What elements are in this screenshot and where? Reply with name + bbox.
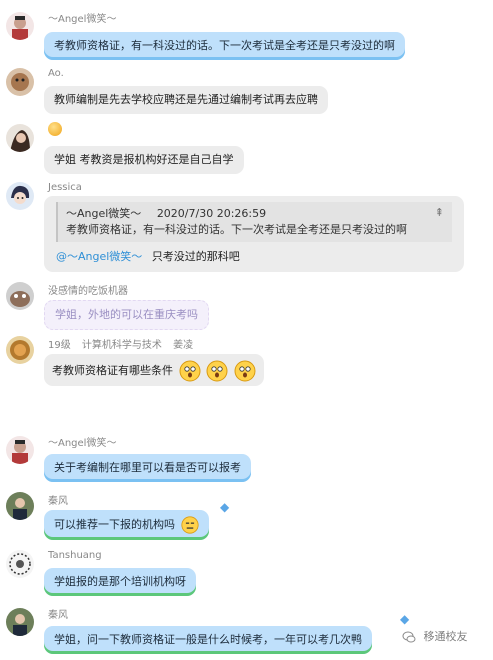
reply-text: 只考没过的那科吧 — [151, 250, 240, 263]
kite-icon: ◆ — [220, 500, 230, 514]
sender-tag-grade: 19级 — [48, 340, 71, 351]
shocked-face-icon — [234, 360, 255, 382]
message-bubble[interactable]: 学姐报的是那个培训机构呀 — [44, 568, 196, 596]
awkward-face-icon — [180, 516, 199, 534]
sticker-icon — [48, 122, 62, 136]
quoted-message[interactable]: ～Angel微笑～ 2020/7/30 20:26:59 考教师资格证，有一科没… — [56, 202, 452, 242]
avatar[interactable] — [6, 608, 34, 636]
sender-tag-name: 姜凌 — [173, 340, 194, 351]
wechat-logo-icon — [402, 631, 416, 643]
sender-name: ～Angel微笑～ — [48, 438, 117, 449]
sender-name: 秦风 — [48, 496, 68, 507]
message-bubble[interactable]: 考教师资格证有哪些条件 — [44, 354, 264, 386]
avatar[interactable] — [6, 12, 34, 40]
quote-author: ～Angel微笑～ — [66, 207, 142, 220]
watermark: 移通校友 — [402, 628, 468, 644]
quote-time: 2020/7/30 20:26:59 — [156, 207, 267, 220]
shocked-face-icon — [179, 360, 200, 382]
sender-name: 秦风 — [48, 610, 68, 621]
avatar[interactable] — [6, 550, 34, 578]
sender-name: Ao. — [48, 68, 64, 79]
quote-text: 考教师资格证，有一科没过的话。下一次考试是全考还是只考没过的啊 — [66, 223, 407, 236]
quote-header: ～Angel微笑～ 2020/7/30 20:26:59 — [66, 206, 444, 222]
avatar[interactable] — [6, 68, 34, 96]
message-bubble[interactable]: 考教师资格证，有一科没过的话。下一次考试是全考还是只考没过的啊 — [44, 32, 405, 60]
sender-name: Tanshuang — [48, 550, 102, 561]
sender-name: ～Angel微笑～ — [48, 14, 117, 25]
message-bubble[interactable]: 学姐，外地的可以在重庆考吗 — [44, 300, 209, 330]
avatar[interactable] — [6, 436, 34, 464]
avatar[interactable] — [6, 282, 34, 310]
message-bubble[interactable]: 学姐 考教资是报机构好还是自己自学 — [44, 146, 244, 174]
sender-tags: 19级 计算机科学与技术 姜凌 — [48, 336, 201, 351]
jump-to-quote-icon[interactable]: ⇞ — [435, 205, 444, 221]
reply-line: @～Angel微笑～ 只考没过的那科吧 — [56, 248, 240, 264]
avatar[interactable] — [6, 336, 34, 364]
watermark-text: 移通校友 — [423, 630, 468, 643]
shocked-face-icon — [206, 360, 228, 382]
avatar[interactable] — [6, 182, 34, 210]
avatar[interactable] — [6, 124, 34, 152]
sender-name: Jessica — [48, 182, 82, 193]
message-bubble[interactable]: 教师编制是先去学校应聘还是先通过编制考试再去应聘 — [44, 86, 328, 114]
message-text: 考教师资格证有哪些条件 — [52, 364, 173, 377]
message-bubble[interactable]: 学姐，问一下教师资格证一般是什么时候考，一年可以考几次鸭 — [44, 626, 372, 654]
avatar[interactable] — [6, 492, 34, 520]
sender-name: 没感情的吃饭机器 — [48, 286, 128, 297]
message-bubble[interactable]: 关于考编制在哪里可以看是否可以报考 — [44, 454, 251, 482]
mention-link[interactable]: @～Angel微笑～ — [56, 250, 142, 263]
sender-tag-major: 计算机科学与技术 — [81, 340, 162, 351]
kite-icon: ◆ — [400, 612, 410, 626]
message-text: 可以推荐一下报的机构吗 — [54, 518, 175, 531]
message-bubble[interactable]: 可以推荐一下报的机构吗 — [44, 510, 209, 540]
